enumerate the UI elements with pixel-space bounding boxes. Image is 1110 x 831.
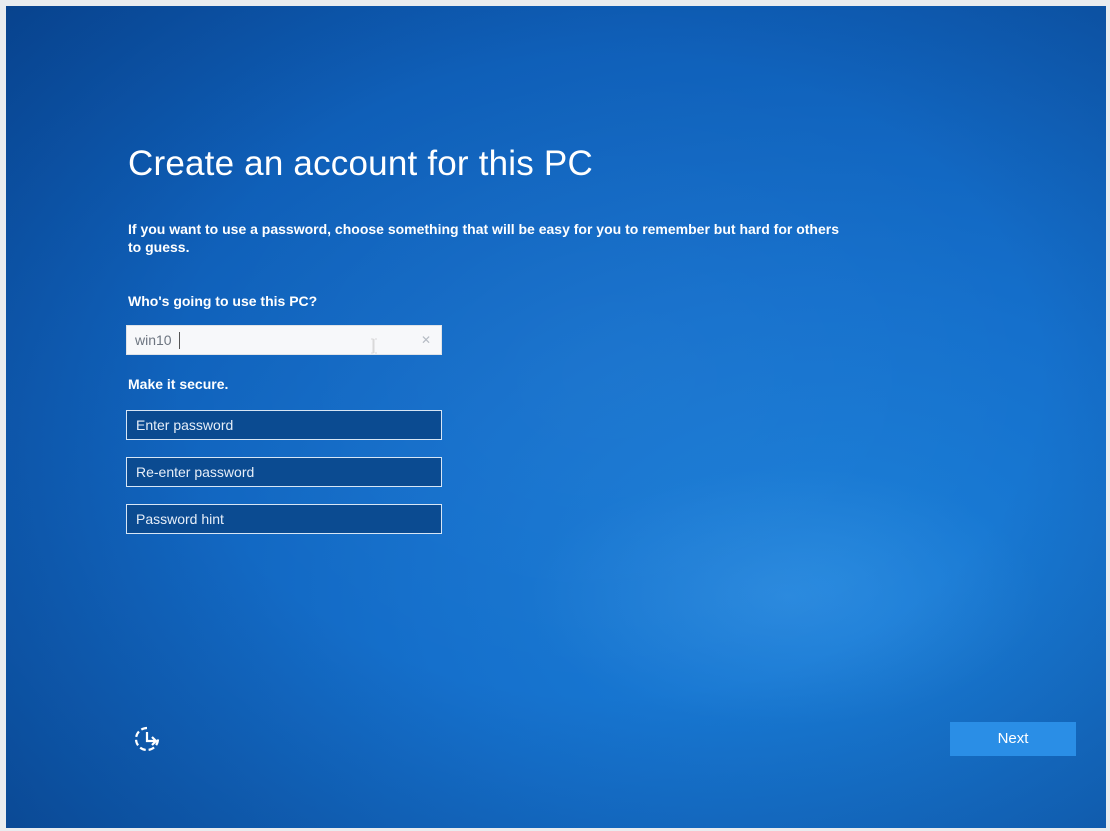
username-label: Who's going to use this PC? <box>128 293 318 309</box>
next-button[interactable]: Next <box>950 722 1076 756</box>
ibeam-cursor-icon <box>371 338 377 354</box>
setup-screen: Create an account for this PC If you wan… <box>6 6 1106 828</box>
ease-of-access-icon[interactable] <box>130 722 164 756</box>
username-value: win10 <box>135 332 172 348</box>
page-description: If you want to use a password, choose so… <box>128 221 840 255</box>
secure-label: Make it secure. <box>128 376 229 392</box>
password-hint-placeholder: Password hint <box>136 511 224 527</box>
reenter-password-field[interactable]: Re-enter password <box>126 457 442 487</box>
clear-icon[interactable]: ✕ <box>421 326 431 354</box>
reenter-password-placeholder: Re-enter password <box>136 464 255 480</box>
page-title: Create an account for this PC <box>128 144 593 183</box>
username-field[interactable]: win10 ✕ <box>126 325 442 355</box>
password-field[interactable]: Enter password <box>126 410 442 440</box>
text-caret <box>179 332 180 349</box>
password-placeholder: Enter password <box>136 417 234 433</box>
password-hint-field[interactable]: Password hint <box>126 504 442 534</box>
background-glow <box>526 466 1046 726</box>
